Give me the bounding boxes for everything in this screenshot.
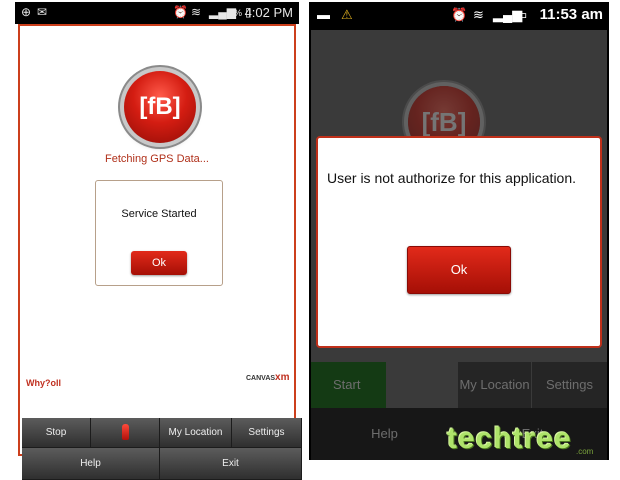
auth-error-dialog: User is not authorize for this applicati…: [316, 136, 602, 348]
partner-logo: CANVASxm: [246, 372, 290, 383]
techtree-watermark-suffix: .com: [576, 447, 594, 456]
fb-logo-icon: [fB]: [124, 71, 196, 143]
mail-icon: ✉: [37, 5, 48, 19]
alarm-icon: ⏰: [173, 5, 188, 19]
battery-percent: 6%: [229, 8, 243, 18]
status-bar: ⊕ ✉ ⏰ ≋ ▂▄▆ 6% ▯ 4:02 PM: [15, 2, 299, 24]
stop-button[interactable]: Stop: [22, 418, 91, 448]
ok-button[interactable]: Ok: [407, 246, 511, 294]
ok-button[interactable]: Ok: [131, 251, 187, 275]
status-bar: ▬ ⚠ ⏰ ≋ ▂▄▆ ▭ 11:53 am: [309, 2, 609, 28]
service-dialog: Service Started Ok: [95, 180, 223, 286]
app-screen: [fB] Start My Location Settings Help Exi…: [311, 30, 607, 460]
exit-button[interactable]: Exit: [160, 448, 302, 480]
brand-logo: Why?oll: [26, 378, 61, 388]
dialog-message: Service Started: [121, 208, 197, 220]
settings-button[interactable]: Settings: [232, 418, 302, 448]
message-icon: ▬: [317, 7, 330, 22]
person-icon: [121, 424, 129, 441]
left-phone-screenshot: ⊕ ✉ ⏰ ≋ ▂▄▆ 6% ▯ 4:02 PM [fB] Fetching G…: [15, 2, 302, 480]
partner-logo-mark: xm: [275, 372, 290, 383]
figure-button[interactable]: [91, 418, 160, 448]
battery-icon: ▭: [515, 7, 528, 22]
wifi-icon: ≋: [473, 7, 484, 22]
right-phone-screenshot: ▬ ⚠ ⏰ ≋ ▂▄▆ ▭ 11:53 am [fB] Start My Loc…: [309, 2, 609, 460]
bottom-nav: Stop My Location Settings Help Exit: [22, 418, 302, 480]
app-screen: [fB] Fetching GPS Data... Service Starte…: [18, 24, 302, 480]
my-location-button[interactable]: My Location: [160, 418, 232, 448]
dialog-message: User is not authorize for this applicati…: [327, 170, 577, 186]
partner-logo-prefix: CANVAS: [246, 375, 276, 382]
alarm-icon: ⏰: [451, 7, 468, 22]
techtree-watermark: techtree: [447, 422, 572, 455]
wifi-icon: ≋: [191, 5, 202, 19]
status-time: 4:02 PM: [244, 5, 293, 20]
gps-icon: ⊕: [21, 5, 32, 19]
help-button[interactable]: Help: [22, 448, 160, 480]
status-time: 11:53 am: [539, 6, 603, 23]
warning-icon: ⚠: [341, 7, 353, 22]
status-message: Fetching GPS Data...: [105, 153, 209, 165]
